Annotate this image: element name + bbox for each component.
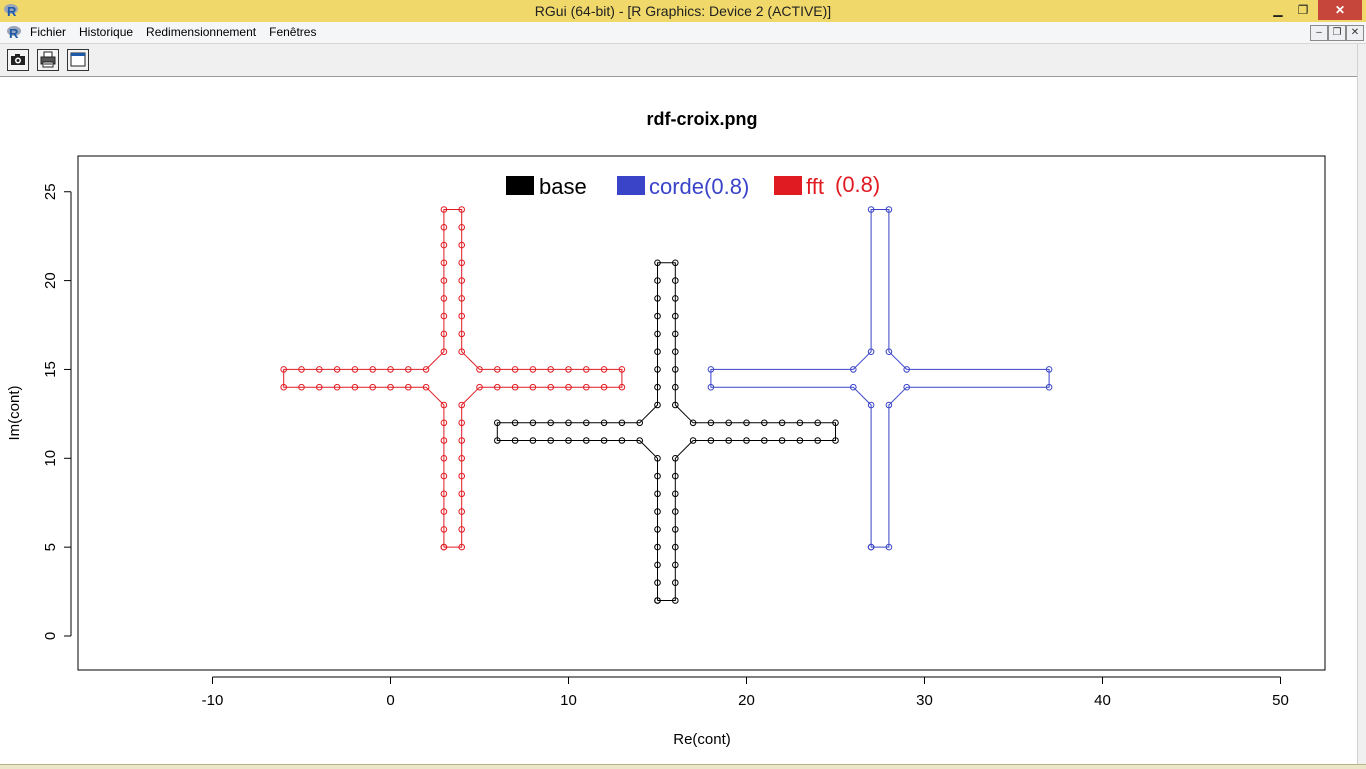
window-restore-button[interactable]: ❐	[1293, 2, 1313, 18]
y-axis-label: Im(cont)	[6, 385, 23, 440]
camera-icon	[11, 54, 25, 65]
series-line	[710, 209, 1050, 548]
series-fft	[280, 206, 626, 551]
status-strip	[0, 764, 1366, 769]
svg-text:R: R	[9, 26, 19, 40]
x-tick-label: 30	[916, 692, 933, 709]
legend-swatch-base	[506, 176, 534, 195]
series-layer	[280, 206, 1053, 604]
legend-label-fft: fft	[806, 174, 824, 199]
copy-as-metafile-button[interactable]	[7, 49, 29, 71]
window-title: RGui (64-bit) - [R Graphics: Device 2 (A…	[534, 3, 832, 19]
series-line	[283, 209, 623, 548]
plot-frame	[77, 155, 1326, 671]
menu-fenetres[interactable]: Fenêtres	[269, 25, 316, 39]
r-document-icon: R	[7, 26, 21, 40]
x-axis-label: Re(cont)	[673, 731, 731, 748]
y-tick-label: 5	[42, 543, 59, 551]
toolbar	[0, 44, 1366, 77]
vertical-scrollbar[interactable]	[1357, 44, 1366, 768]
plot-area: rdf-croix.png -10 0 10 20 30 40 50 0 5 10 15 20 25 R…	[6, 109, 1326, 748]
series-base	[494, 259, 839, 604]
menu-historique[interactable]: Historique	[79, 25, 133, 39]
x-tick-label: 0	[386, 692, 394, 709]
legend-label-fft-param: (0.8)	[835, 172, 880, 197]
mdi-minimize-button[interactable]: –	[1310, 25, 1328, 41]
menu-bar: R Fichier Historique Redimensionnement Fenê…	[0, 22, 1366, 44]
series-corde	[707, 206, 1053, 551]
y-tick-label: 15	[42, 361, 59, 378]
printer-icon	[40, 51, 56, 68]
series-line	[496, 262, 836, 601]
window-minimize-button[interactable]: ▁	[1268, 2, 1288, 18]
axes: -10 0 10 20 30 40 50 0 5 10 15 20 25	[42, 183, 1289, 709]
legend-label-base: base	[539, 174, 587, 199]
menu-fichier[interactable]: Fichier	[30, 25, 66, 39]
legend: base corde(0.8) fft (0.8)	[506, 172, 880, 199]
chart-title: rdf-croix.png	[647, 109, 758, 129]
x-tick-label: 40	[1094, 692, 1111, 709]
x-tick-label: 10	[560, 692, 577, 709]
new-device-button[interactable]	[67, 49, 89, 71]
legend-label-corde: corde(0.8)	[649, 174, 749, 199]
y-tick-label: 0	[42, 632, 59, 640]
window-icon	[70, 52, 86, 67]
menu-redimensionnement[interactable]: Redimensionnement	[146, 25, 256, 39]
legend-swatch-corde	[617, 176, 645, 195]
legend-swatch-fft	[774, 176, 802, 195]
mdi-restore-button[interactable]: ❐	[1328, 25, 1346, 41]
y-tick-label: 20	[42, 272, 59, 289]
y-tick-label: 25	[42, 183, 59, 200]
mdi-close-button[interactable]: ✕	[1346, 25, 1364, 41]
x-tick-label: 20	[738, 692, 755, 709]
title-bar: R RGui (64-bit) - [R Graphics: Device 2 …	[0, 0, 1366, 22]
x-tick-label: -10	[202, 692, 224, 709]
x-tick-label: 50	[1272, 692, 1289, 709]
y-tick-label: 10	[42, 450, 59, 467]
print-button[interactable]	[37, 49, 59, 71]
window-close-button[interactable]: ✕	[1318, 0, 1362, 20]
